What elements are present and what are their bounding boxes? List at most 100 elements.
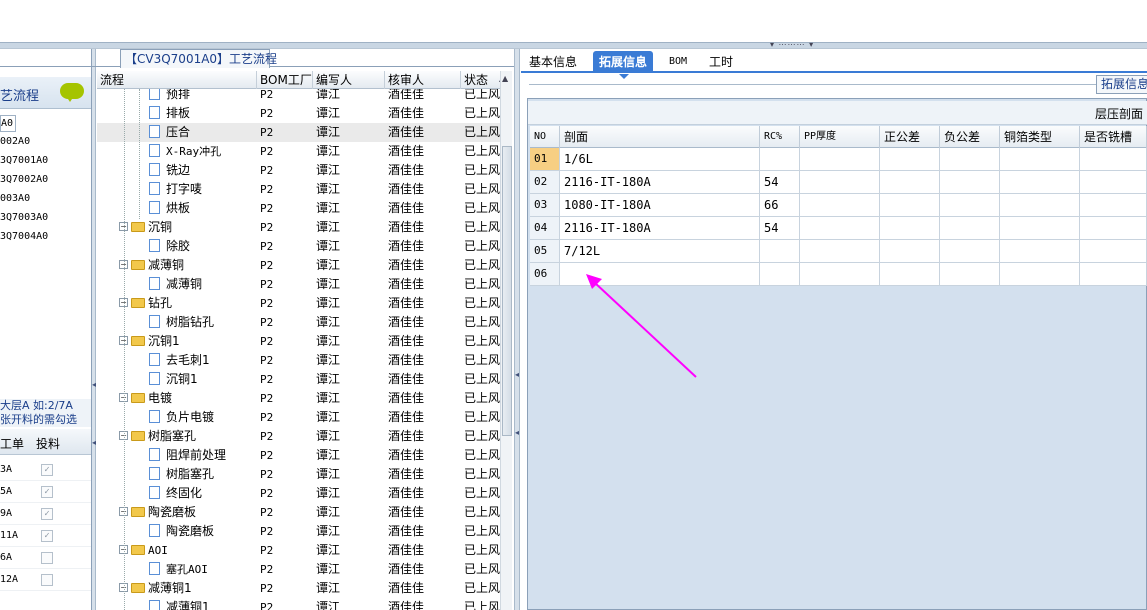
process-col-header[interactable]: 流程 bbox=[97, 71, 257, 89]
process-row[interactable]: − 沉铜 P2 谭江 酒佳佳 已上风 bbox=[97, 218, 500, 237]
laminate-cell[interactable] bbox=[1000, 171, 1080, 193]
laminate-col-header[interactable]: 负公差 bbox=[940, 126, 1000, 148]
rc-cell[interactable] bbox=[760, 240, 800, 262]
laminate-col-header[interactable]: 铜箔类型 bbox=[1000, 126, 1080, 148]
process-row[interactable]: 树脂塞孔 P2 谭江 酒佳佳 已上风 bbox=[97, 465, 500, 484]
laminate-cell[interactable] bbox=[1080, 263, 1147, 285]
order-list-item[interactable]: 3Q7003A0 bbox=[0, 208, 91, 227]
process-row[interactable]: 减薄铜 P2 谭江 酒佳佳 已上风 bbox=[97, 275, 500, 294]
laminate-cell[interactable] bbox=[1080, 148, 1147, 170]
feed-row[interactable]: 9A ✓ bbox=[0, 503, 91, 525]
laminate-cell[interactable] bbox=[800, 263, 880, 285]
process-row[interactable]: 烘板 P2 谭江 酒佳佳 已上风 bbox=[97, 199, 500, 218]
process-col-header[interactable]: BOM工厂 bbox=[257, 71, 313, 89]
laminate-cell[interactable] bbox=[940, 263, 1000, 285]
order-list-item[interactable]: 3Q7001A0 bbox=[0, 151, 91, 170]
laminate-cell[interactable] bbox=[800, 217, 880, 239]
process-row[interactable]: X-Ray冲孔 P2 谭江 酒佳佳 已上风 bbox=[97, 142, 500, 161]
laminate-row[interactable]: 05 7/12L bbox=[530, 240, 1147, 263]
feed-checkbox[interactable] bbox=[41, 574, 53, 586]
rc-cell[interactable]: 54 bbox=[760, 171, 800, 193]
top-splitter[interactable] bbox=[0, 42, 1147, 49]
scroll-up-icon[interactable]: ▲ bbox=[502, 74, 508, 83]
laminate-col-header[interactable]: PP厚度 bbox=[800, 126, 880, 148]
laminate-row[interactable]: 03 1080-IT-180A 66 bbox=[530, 194, 1147, 217]
process-row[interactable]: 负片电镀 P2 谭江 酒佳佳 已上风 bbox=[97, 408, 500, 427]
profile-cell[interactable]: 1/6L bbox=[560, 148, 760, 170]
feed-row[interactable]: 5A ✓ bbox=[0, 481, 91, 503]
profile-cell[interactable]: 2116-IT-180A bbox=[560, 217, 760, 239]
laminate-cell[interactable] bbox=[1000, 194, 1080, 216]
laminate-cell[interactable] bbox=[880, 240, 940, 262]
rc-cell[interactable] bbox=[760, 263, 800, 285]
order-list-item[interactable]: 002A0 bbox=[0, 132, 91, 151]
process-row[interactable]: 除胶 P2 谭江 酒佳佳 已上风 bbox=[97, 237, 500, 256]
rc-cell[interactable]: 66 bbox=[760, 194, 800, 216]
row-number-cell[interactable]: 01 bbox=[530, 148, 560, 170]
middle-splitter[interactable] bbox=[514, 49, 520, 610]
process-row[interactable]: 终固化 P2 谭江 酒佳佳 已上风 bbox=[97, 484, 500, 503]
process-row[interactable]: 沉铜1 P2 谭江 酒佳佳 已上风 bbox=[97, 370, 500, 389]
col-order[interactable]: 工单 bbox=[0, 435, 24, 452]
rc-cell[interactable]: 54 bbox=[760, 217, 800, 239]
process-col-header[interactable]: 核审人 bbox=[385, 71, 461, 89]
feed-checkbox[interactable] bbox=[41, 552, 53, 564]
laminate-cell[interactable] bbox=[940, 240, 1000, 262]
order-list-item[interactable]: A0 bbox=[0, 115, 16, 132]
process-col-header[interactable]: 编写人 bbox=[313, 71, 385, 89]
laminate-cell[interactable] bbox=[1000, 263, 1080, 285]
profile-cell[interactable]: 7/12L bbox=[560, 240, 760, 262]
laminate-cell[interactable] bbox=[880, 194, 940, 216]
process-row[interactable]: − 陶瓷磨板 P2 谭江 酒佳佳 已上风 bbox=[97, 503, 500, 522]
laminate-cell[interactable] bbox=[1080, 194, 1147, 216]
laminate-row[interactable]: 02 2116-IT-180A 54 bbox=[530, 171, 1147, 194]
laminate-cell[interactable] bbox=[880, 217, 940, 239]
chat-bubble-icon[interactable] bbox=[60, 83, 84, 102]
row-number-cell[interactable]: 03 bbox=[530, 194, 560, 216]
process-row[interactable]: 排板 P2 谭江 酒佳佳 已上风 bbox=[97, 104, 500, 123]
laminate-col-header[interactable]: 剖面 bbox=[560, 126, 760, 148]
order-list-item[interactable]: 3Q7004A0 bbox=[0, 227, 91, 246]
process-row[interactable]: − 树脂塞孔 P2 谭江 酒佳佳 已上风 bbox=[97, 427, 500, 446]
process-row[interactable]: − 沉铜1 P2 谭江 酒佳佳 已上风 bbox=[97, 332, 500, 351]
laminate-cell[interactable] bbox=[1000, 217, 1080, 239]
scroll-thumb[interactable] bbox=[502, 146, 512, 436]
extended-section-title[interactable]: 拓展信息 bbox=[1096, 75, 1147, 94]
process-row[interactable]: 铣边 P2 谭江 酒佳佳 已上风 bbox=[97, 161, 500, 180]
laminate-cell[interactable] bbox=[800, 240, 880, 262]
process-row[interactable]: 陶瓷磨板 P2 谭江 酒佳佳 已上风 bbox=[97, 522, 500, 541]
feed-row[interactable]: 6A bbox=[0, 547, 91, 569]
laminate-row[interactable]: 01 1/6L bbox=[530, 148, 1147, 171]
laminate-cell[interactable] bbox=[880, 263, 940, 285]
laminate-cell[interactable] bbox=[1080, 240, 1147, 262]
collapse-middle-icon-2[interactable]: ◂ bbox=[515, 428, 519, 437]
process-row[interactable]: 打字唛 P2 谭江 酒佳佳 已上风 bbox=[97, 180, 500, 199]
laminate-cell[interactable] bbox=[800, 171, 880, 193]
col-feed[interactable]: 投料 bbox=[36, 435, 60, 452]
process-flow-tab[interactable]: 【CV3Q7001A0】工艺流程 bbox=[120, 49, 277, 68]
collapse-left-icon[interactable]: ◂ bbox=[92, 380, 96, 389]
detail-tab[interactable]: 工时 bbox=[703, 51, 739, 73]
process-row[interactable]: 树脂钻孔 P2 谭江 酒佳佳 已上风 bbox=[97, 313, 500, 332]
process-row[interactable]: 压合 P2 谭江 酒佳佳 已上风 bbox=[97, 123, 500, 142]
row-number-cell[interactable]: 06 bbox=[530, 263, 560, 285]
feed-row[interactable]: 11A ✓ bbox=[0, 525, 91, 547]
laminate-cell[interactable] bbox=[1000, 240, 1080, 262]
feed-checkbox[interactable]: ✓ bbox=[41, 464, 53, 476]
detail-tab[interactable]: 基本信息 bbox=[523, 51, 583, 73]
laminate-cell[interactable] bbox=[940, 194, 1000, 216]
splitter-grip-icon[interactable]: ▾ ⋯⋯⋯ ▾ bbox=[770, 41, 814, 49]
laminate-cell[interactable] bbox=[880, 171, 940, 193]
left-splitter[interactable] bbox=[92, 49, 96, 610]
process-row[interactable]: − AOI P2 谭江 酒佳佳 已上风 bbox=[97, 541, 500, 560]
laminate-cell[interactable] bbox=[940, 217, 1000, 239]
process-row[interactable]: − 电镀 P2 谭江 酒佳佳 已上风 bbox=[97, 389, 500, 408]
process-row[interactable]: 预排 P2 谭江 酒佳佳 已上风 bbox=[97, 89, 500, 104]
laminate-cell[interactable] bbox=[940, 148, 1000, 170]
collapse-middle-icon[interactable]: ◂ bbox=[515, 370, 519, 379]
collapse-left-icon-2[interactable]: ◂ bbox=[92, 438, 96, 447]
process-row[interactable]: 减薄铜1 P2 谭江 酒佳佳 已上风 bbox=[97, 598, 500, 610]
feed-checkbox[interactable]: ✓ bbox=[41, 486, 53, 498]
order-list-item[interactable]: 003A0 bbox=[0, 189, 91, 208]
detail-tab[interactable]: 拓展信息 bbox=[593, 51, 654, 79]
